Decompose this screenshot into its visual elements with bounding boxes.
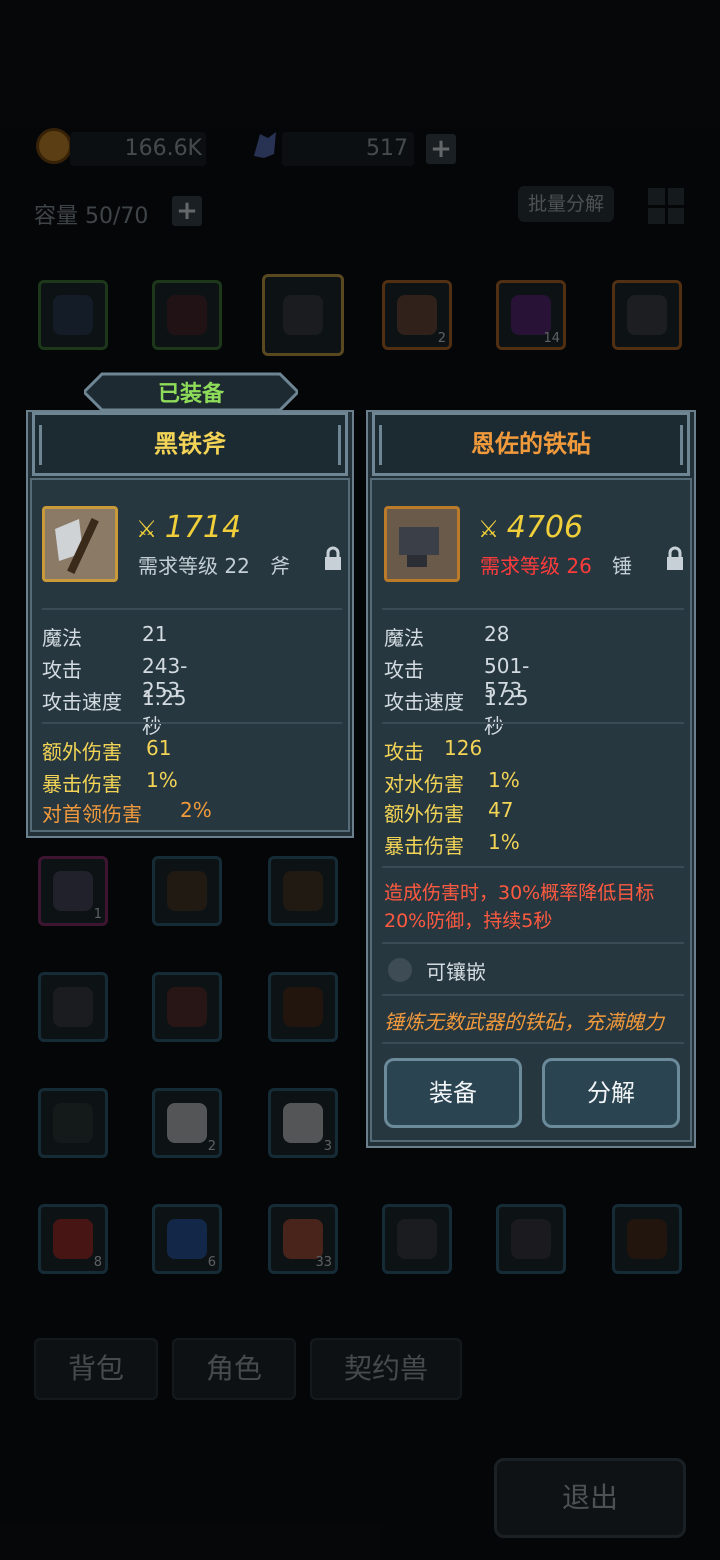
power-icon: ⚔ [138, 515, 156, 543]
bonus-crit-damage: 暴击伤害 1% [42, 768, 178, 796]
equipped-type: 斧 [270, 554, 290, 578]
inventory-slot-selected[interactable] [262, 274, 344, 356]
inventory-slot[interactable] [382, 1204, 452, 1274]
special-effect-line1: 造成伤害时，30%概率降低目标 [384, 882, 655, 904]
tab-pet[interactable]: 契约兽 [310, 1338, 462, 1400]
candidate-item-header: 恩佐的铁砧 [372, 412, 690, 476]
exit-button[interactable]: 退出 [494, 1458, 686, 1538]
equipped-item-detail: ⚔ 1714 需求等级 22 斧 魔法 21 攻击 243-253 攻击速度 1.25… [30, 478, 350, 832]
gold-coin-icon [36, 128, 72, 164]
inventory-slot[interactable]: 2 [382, 280, 452, 350]
gold-value: 166.6K [124, 136, 202, 161]
equipped-power: ⚔ 1714 [138, 510, 242, 545]
inventory-slot[interactable] [496, 1204, 566, 1274]
bonus-attack: 攻击 126 [384, 736, 483, 764]
lock-icon[interactable] [322, 546, 344, 572]
batch-dismantle-button[interactable]: 批量分解 [518, 186, 614, 222]
equipped-badge: 已装备 [81, 370, 301, 414]
black-iron-axe-icon [42, 506, 118, 582]
equip-button[interactable]: 装备 [384, 1058, 522, 1128]
special-effect-line2: 20%防御，持续5秒 [384, 910, 553, 932]
equipped-item-name: 黑铁斧 [154, 430, 226, 458]
candidate-item-detail: ⚔ 4706 需求等级 26 锤 魔法 28 攻击 501-573 攻击速度 1.25… [370, 478, 692, 1142]
inventory-slot[interactable] [152, 856, 222, 926]
bonus-water-damage: 对水伤害 1% [384, 768, 520, 796]
inventory-slot[interactable] [152, 280, 222, 350]
inventory-slot[interactable] [38, 280, 108, 350]
tab-character[interactable]: 角色 [172, 1338, 296, 1400]
inventory-slot[interactable] [38, 1088, 108, 1158]
flavor-text: 锤炼无数武器的铁砧，充满魄力 [384, 1010, 664, 1034]
anvil-icon [384, 506, 460, 582]
tab-backpack[interactable]: 背包 [34, 1338, 158, 1400]
inventory-slot[interactable] [268, 972, 338, 1042]
inventory-slot[interactable] [268, 856, 338, 926]
bonus-boss-damage: 对首领伤害 2% [42, 798, 212, 826]
stat-attack-speed: 攻击速度 1.25秒 [42, 686, 187, 738]
stat-attack-speed: 攻击速度 1.25秒 [384, 686, 529, 738]
lock-icon[interactable] [664, 546, 686, 572]
capacity-label: 容量 50/70 [34, 204, 149, 229]
inventory-slot[interactable]: 6 [152, 1204, 222, 1274]
inventory-slot[interactable]: 3 [268, 1088, 338, 1158]
stat-attack: 攻击 501-573 [384, 654, 530, 702]
inventory-slot[interactable]: 33 [268, 1204, 338, 1274]
inventory-slot[interactable] [152, 972, 222, 1042]
power-icon: ⚔ [480, 515, 498, 543]
add-crystal-button[interactable]: + [426, 134, 456, 164]
grid-view-icon[interactable] [648, 188, 684, 224]
socket-icon [388, 958, 412, 982]
candidate-requirement: 需求等级 26 [480, 554, 592, 578]
crystal-icon [254, 132, 276, 158]
inventory-slot[interactable]: 14 [496, 280, 566, 350]
stat-magic: 魔法 28 [384, 622, 510, 650]
inventory-slot[interactable]: 1 [38, 856, 108, 926]
candidate-item-name: 恩佐的铁砧 [471, 430, 591, 458]
equipped-requirement: 需求等级 22 [138, 554, 250, 578]
inventory-slot[interactable] [612, 280, 682, 350]
inventory-slot[interactable] [612, 1204, 682, 1274]
stat-magic: 魔法 21 [42, 622, 168, 650]
stat-attack: 攻击 243-253 [42, 654, 188, 702]
inventory-slot[interactable]: 2 [152, 1088, 222, 1158]
bonus-extra-damage: 额外伤害 61 [42, 736, 172, 764]
bonus-extra-damage: 额外伤害 47 [384, 798, 514, 826]
candidate-type: 锤 [612, 554, 632, 578]
dismantle-button[interactable]: 分解 [542, 1058, 680, 1128]
inventory-slot[interactable] [38, 972, 108, 1042]
candidate-power: ⚔ 4706 [480, 510, 584, 545]
equipped-item-header: 黑铁斧 [32, 412, 348, 476]
bonus-crit-damage: 暴击伤害 1% [384, 830, 520, 858]
inventory-slot[interactable]: 8 [38, 1204, 108, 1274]
crystal-value: 517 [366, 136, 408, 161]
socket-label: 可镶嵌 [426, 960, 486, 984]
add-capacity-button[interactable]: + [172, 196, 202, 226]
